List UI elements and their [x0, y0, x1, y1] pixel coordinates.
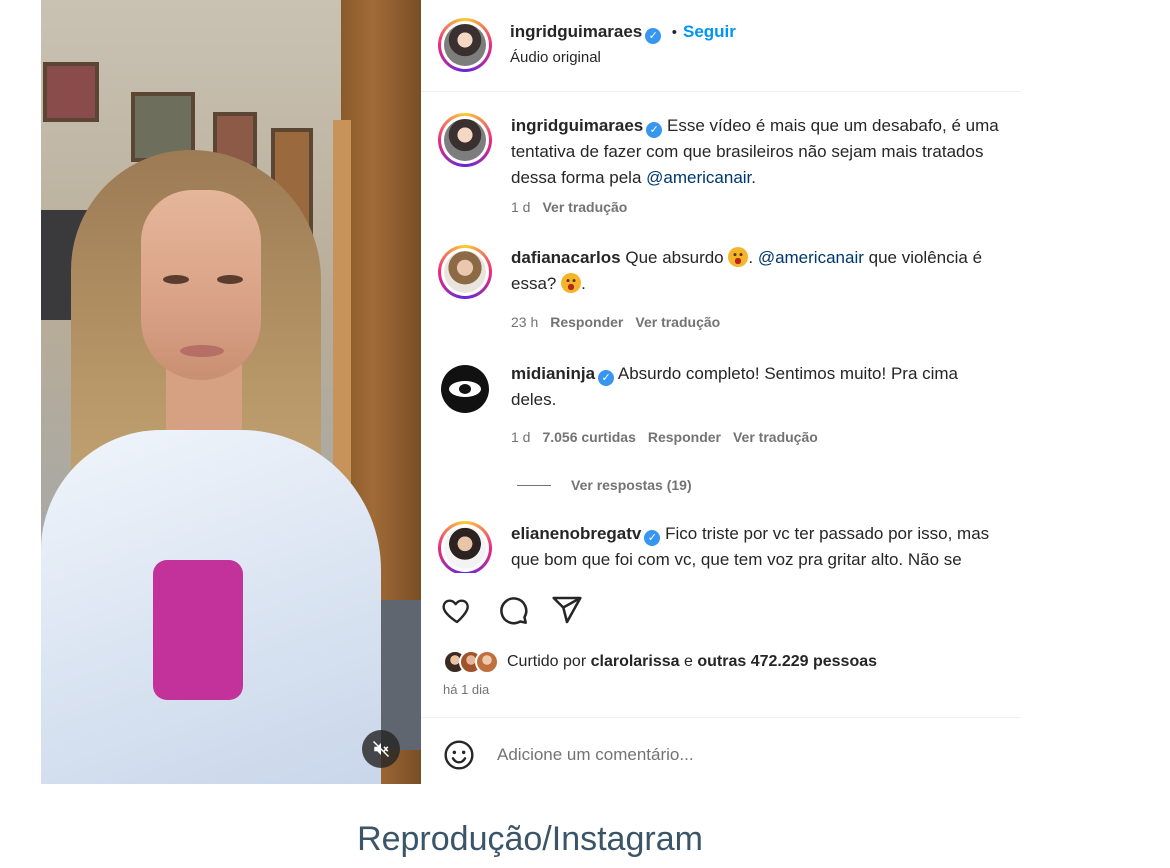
- commenter-username[interactable]: ingridguimaraes: [511, 116, 643, 135]
- comment-meta: 1 d Ver tradução: [511, 199, 627, 215]
- verified-icon: ✓: [646, 122, 663, 138]
- video-player[interactable]: [41, 0, 421, 784]
- comment-text: elianenobregatv ✓ Fico triste por vc ter …: [511, 521, 1021, 573]
- translate-link[interactable]: Ver tradução: [542, 199, 627, 215]
- comment-body: que bom que foi com vc, que tem voz pra …: [511, 550, 962, 569]
- comment-body: .: [751, 168, 757, 187]
- comment-body: tentativa de fazer com que brasileiros n…: [511, 142, 984, 161]
- comment-time[interactable]: 1 d: [511, 429, 530, 445]
- pink-top: [153, 560, 243, 700]
- commenter-username[interactable]: elianenobregatv: [511, 524, 641, 543]
- comment-time[interactable]: 1 d: [511, 199, 530, 215]
- list-item: ingridguimaraes ✓ Esse vídeo é mais que u…: [421, 113, 1021, 223]
- comment-text: ingridguimaraes ✓ Esse vídeo é mais que u…: [511, 113, 1021, 191]
- avatar: [444, 527, 486, 569]
- comment-text: dafianacarlos Que absurdo . @americanair…: [511, 245, 1021, 297]
- post-header: ingridguimaraes ✓ • Seguir Áudio original: [421, 0, 1021, 92]
- emoji-icon[interactable]: [443, 739, 475, 771]
- comment-time[interactable]: 23 h: [511, 314, 538, 330]
- commenter-avatar[interactable]: [438, 113, 492, 167]
- author-line: ingridguimaraes ✓ • Seguir: [510, 22, 736, 44]
- liked-by-others[interactable]: outras 472.229 pessoas: [697, 653, 877, 670]
- author-avatar[interactable]: [438, 18, 492, 72]
- audio-label[interactable]: Áudio original: [510, 49, 601, 66]
- verified-icon: ✓: [645, 27, 662, 44]
- eye: [163, 275, 189, 284]
- reply-button[interactable]: Responder: [648, 429, 721, 445]
- liked-by-row[interactable]: Curtido por clarolarissa e outras 472.22…: [443, 650, 877, 674]
- eye: [217, 275, 243, 284]
- share-icon[interactable]: [551, 594, 583, 626]
- comment-body: dessa forma pela: [511, 168, 647, 187]
- comment-body: Que absurdo: [625, 248, 729, 267]
- comment-body: Esse vídeo é mais que um desabafo, é uma: [667, 116, 999, 135]
- avatar: [444, 251, 486, 293]
- comment-likes[interactable]: 7.056 curtidas: [542, 429, 635, 445]
- post-actions: Curtido por clarolarissa e outras 472.22…: [421, 580, 1021, 718]
- heart-icon[interactable]: [441, 594, 473, 626]
- liker-avatar: [475, 650, 499, 674]
- reply-button[interactable]: Responder: [550, 314, 623, 330]
- post-panel: ingridguimaraes ✓ • Seguir Áudio original …: [421, 0, 1021, 784]
- avatar: [444, 24, 486, 66]
- avatar: [444, 119, 486, 161]
- list-item: dafianacarlos Que absurdo . @americanair…: [421, 245, 1021, 335]
- translate-link[interactable]: Ver tradução: [635, 314, 720, 330]
- comment-input[interactable]: Adicione um comentário...: [497, 745, 694, 765]
- author-username[interactable]: ingridguimaraes: [510, 22, 642, 41]
- divider: [517, 484, 551, 486]
- comment-body: deles.: [511, 390, 557, 409]
- follow-button[interactable]: Seguir: [683, 22, 736, 41]
- comment-meta: 23 h Responder Ver tradução: [511, 314, 720, 330]
- shocked-emoji-icon: [728, 247, 749, 267]
- verified-icon: ✓: [598, 370, 615, 386]
- comments-list[interactable]: ingridguimaraes ✓ Esse vídeo é mais que u…: [421, 93, 1021, 573]
- mute-button[interactable]: [362, 730, 400, 768]
- liked-by-user[interactable]: clarolarissa: [591, 653, 680, 670]
- comment-body: Absurdo completo! Sentimos muito! Pra ci…: [617, 364, 959, 383]
- mention-link[interactable]: @americanair: [758, 248, 864, 267]
- commenter-avatar[interactable]: [438, 521, 492, 573]
- comment-body: essa?: [511, 274, 562, 293]
- commenter-avatar[interactable]: [438, 245, 492, 299]
- mention-link[interactable]: @americanair: [646, 168, 751, 187]
- liked-by-prefix: Curtido por: [507, 653, 591, 670]
- list-item: elianenobregatv ✓ Fico triste por vc ter …: [421, 521, 1021, 573]
- lips: [180, 345, 224, 357]
- eye-logo-icon: [449, 381, 481, 397]
- post-time[interactable]: há 1 dia: [443, 682, 489, 697]
- comment-body: Fico triste por vc ter passado por isso,…: [665, 524, 990, 543]
- comment-body: .: [581, 274, 586, 293]
- verified-icon: ✓: [644, 530, 661, 546]
- comment-body: que violência é: [863, 248, 983, 267]
- image-credit: Reprodução/Instagram: [357, 820, 703, 858]
- comment-text: midianinja ✓ Absurdo completo! Sentimos m…: [511, 361, 1021, 413]
- comment-body: .: [748, 248, 758, 267]
- speaker-person: [41, 0, 421, 784]
- translate-link[interactable]: Ver tradução: [733, 429, 818, 445]
- commenter-avatar[interactable]: [441, 365, 489, 413]
- view-replies-label: Ver respostas (19): [571, 477, 692, 493]
- view-replies-button[interactable]: Ver respostas (19): [517, 477, 692, 493]
- separator-dot: •: [671, 24, 677, 41]
- liked-by-middle: e: [679, 653, 698, 670]
- comment-meta: 1 d 7.056 curtidas Responder Ver tradução: [511, 429, 818, 445]
- mute-icon: [372, 740, 390, 758]
- liked-by-text: Curtido por clarolarissa e outras 472.22…: [507, 653, 877, 671]
- comment-icon[interactable]: [497, 594, 529, 626]
- commenter-username[interactable]: midianinja: [511, 364, 595, 383]
- add-comment-bar: Adicione um comentário...: [421, 719, 1021, 784]
- list-item: midianinja ✓ Absurdo completo! Sentimos m…: [421, 361, 1021, 491]
- shocked-emoji-icon: [561, 273, 582, 293]
- commenter-username[interactable]: dafianacarlos: [511, 248, 621, 267]
